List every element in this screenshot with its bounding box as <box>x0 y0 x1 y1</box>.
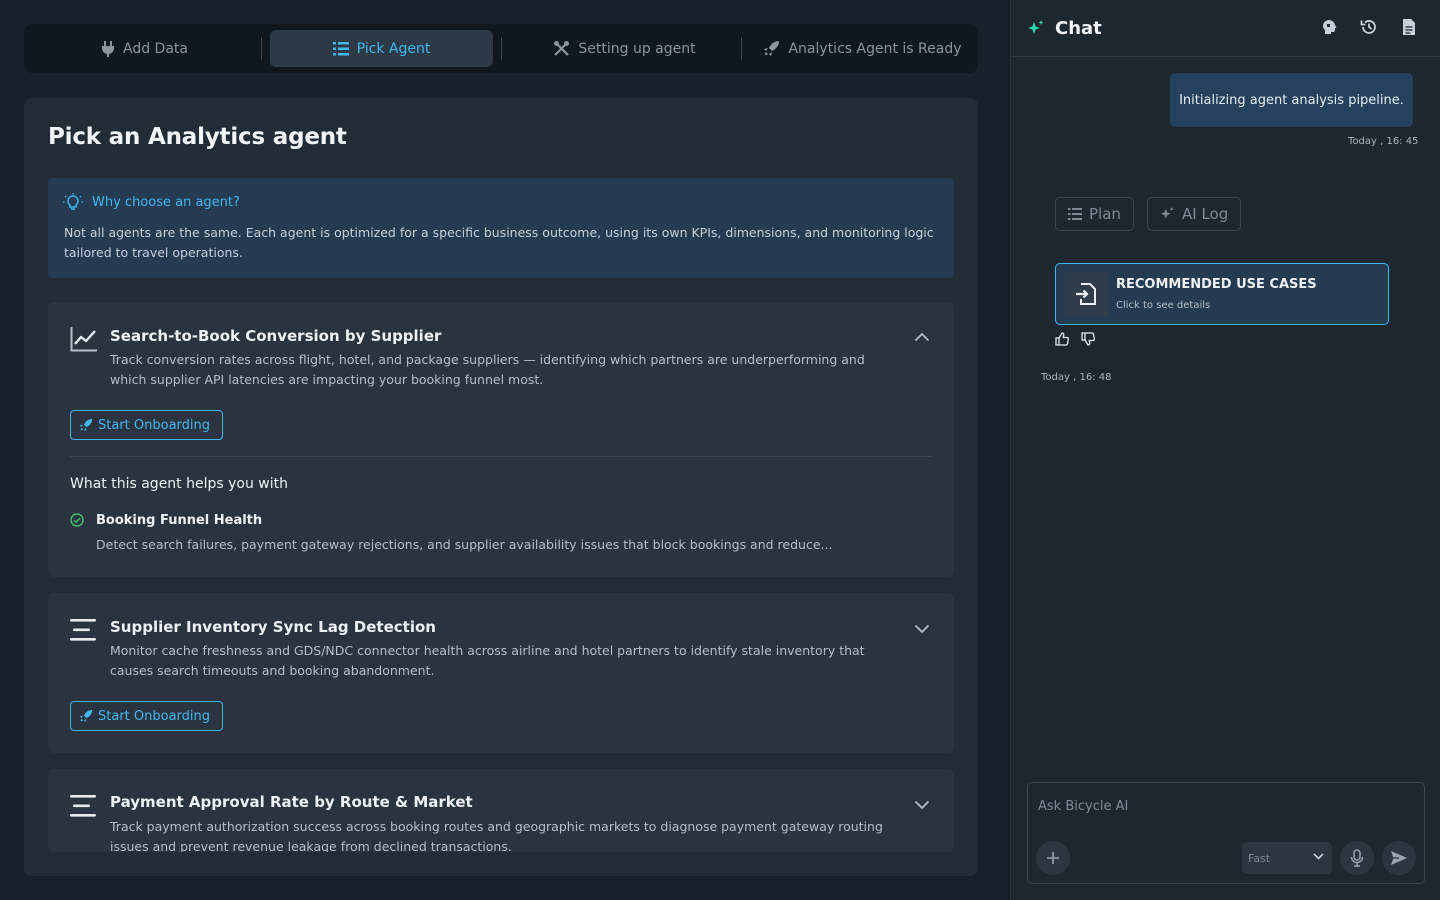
agent-description: Track conversion rates across flight, ho… <box>110 352 865 387</box>
start-onboarding-button[interactable]: Start Onboarding <box>70 701 224 731</box>
sparkle-icon <box>1028 19 1044 34</box>
button-label: Start Onboarding <box>98 708 211 724</box>
start-onboarding-button[interactable]: Start Onboarding <box>70 410 224 440</box>
chat-composer: Fast <box>1027 782 1425 884</box>
chevron-down-icon[interactable] <box>914 624 930 634</box>
step-label: Add Data <box>123 40 188 57</box>
thumbs-up-icon[interactable] <box>1055 332 1069 346</box>
main-area: Add Data Pick Agent Setting up agent Ana… <box>0 0 1010 900</box>
step-pick-agent[interactable]: Pick Agent <box>270 30 493 67</box>
agent-picker-card: Pick an Analytics agent Why choose an ag… <box>24 98 978 876</box>
agent-card-payment-approval: Payment Approval Rate by Route & Market … <box>48 769 954 852</box>
chat-title-text: Chat <box>1055 18 1102 39</box>
rec-title: RECOMMENDED USE CASES <box>1116 277 1317 292</box>
chevron-up-icon[interactable] <box>914 332 930 342</box>
help-item-name: Booking Funnel Health <box>96 513 263 528</box>
send-icon <box>1391 851 1407 865</box>
menu-lines-icon <box>70 619 96 641</box>
history-icon[interactable] <box>1360 18 1378 36</box>
agent-title: Payment Approval Rate by Route & Market <box>110 793 473 811</box>
agent-card-search-to-book: Search-to-Book Conversion by Supplier Tr… <box>48 302 954 577</box>
message-timestamp: Today , 16: 45 <box>1348 136 1419 147</box>
list-icon <box>332 41 349 55</box>
chevron-down-icon <box>1313 853 1324 860</box>
step-separator <box>741 37 742 60</box>
rocket-icon <box>79 709 93 723</box>
microphone-icon <box>1350 849 1364 867</box>
divider <box>70 456 932 457</box>
file-import-icon <box>1076 283 1096 305</box>
helps-title: What this agent helps you with <box>70 476 289 492</box>
menu-lines-icon <box>70 795 96 817</box>
step-add-data[interactable]: Add Data <box>30 30 259 67</box>
rec-subtitle: Click to see details <box>1116 300 1211 311</box>
rec-icon-box <box>1064 272 1108 316</box>
agent-description: Monitor cache freshness and GDS/NDC conn… <box>110 643 865 678</box>
step-agent-ready[interactable]: Analytics Agent is Ready <box>751 30 974 67</box>
why-heading: Why choose an agent? <box>63 193 240 211</box>
onboarding-stepper: Add Data Pick Agent Setting up agent Ana… <box>24 24 978 73</box>
step-label: Analytics Agent is Ready <box>788 40 962 57</box>
list-icon <box>1068 208 1082 220</box>
user-message-bubble: Initializing agent analysis pipeline. <box>1170 73 1413 127</box>
agent-title: Search-to-Book Conversion by Supplier <box>110 327 442 345</box>
why-heading-text: Why choose an agent? <box>92 194 240 210</box>
plan-label: Plan <box>1089 205 1121 223</box>
step-setting-up-agent[interactable]: Setting up agent <box>510 30 739 67</box>
chat-title: Chat <box>1027 18 1102 39</box>
plan-button[interactable]: Plan <box>1055 197 1134 231</box>
why-body-text: Not all agents are the same. Each agent … <box>64 225 934 260</box>
mode-label: Fast <box>1248 851 1271 865</box>
page-title: Pick an Analytics agent <box>48 124 347 150</box>
ai-log-button[interactable]: AI Log <box>1147 197 1242 231</box>
reply-timestamp: Today , 16: 48 <box>1041 372 1112 383</box>
sparkle-icon <box>1160 206 1174 219</box>
chat-header: Chat <box>1011 0 1440 57</box>
rocket-icon <box>79 418 93 432</box>
plug-icon <box>102 40 114 57</box>
step-label: Setting up agent <box>578 40 696 57</box>
microphone-button[interactable] <box>1340 841 1374 875</box>
mode-select[interactable]: Fast <box>1242 842 1332 874</box>
recommended-use-cases-card[interactable]: RECOMMENDED USE CASES Click to see detai… <box>1055 263 1389 325</box>
why-choose-info: Why choose an agent? Not all agents are … <box>48 178 954 278</box>
rocket-icon <box>764 41 780 56</box>
step-separator <box>501 37 502 60</box>
document-icon[interactable] <box>1402 18 1416 36</box>
ai-log-label: AI Log <box>1182 205 1229 223</box>
agent-description: Track payment authorization success acro… <box>110 819 883 852</box>
lightbulb-icon <box>63 193 83 210</box>
plus-icon <box>1047 852 1059 864</box>
step-label: Pick Agent <box>356 40 431 57</box>
line-chart-icon <box>70 327 97 352</box>
add-attachment-button[interactable] <box>1036 841 1070 875</box>
tools-icon <box>554 41 570 56</box>
chat-panel: Chat Initializing agent analysis pipelin… <box>1010 0 1440 900</box>
chat-input[interactable] <box>1038 795 1408 817</box>
chevron-down-icon[interactable] <box>914 800 930 810</box>
thumbs-down-icon[interactable] <box>1081 332 1095 346</box>
button-label: Start Onboarding <box>98 417 211 433</box>
send-button[interactable] <box>1382 841 1416 875</box>
agent-title: Supplier Inventory Sync Lag Detection <box>110 618 436 636</box>
brain-icon[interactable] <box>1320 18 1338 36</box>
agent-card-inventory-sync: Supplier Inventory Sync Lag Detection Mo… <box>48 593 954 753</box>
help-item-description: Detect search failures, payment gateway … <box>96 537 833 552</box>
step-separator <box>261 37 262 60</box>
check-circle-icon <box>70 513 84 527</box>
